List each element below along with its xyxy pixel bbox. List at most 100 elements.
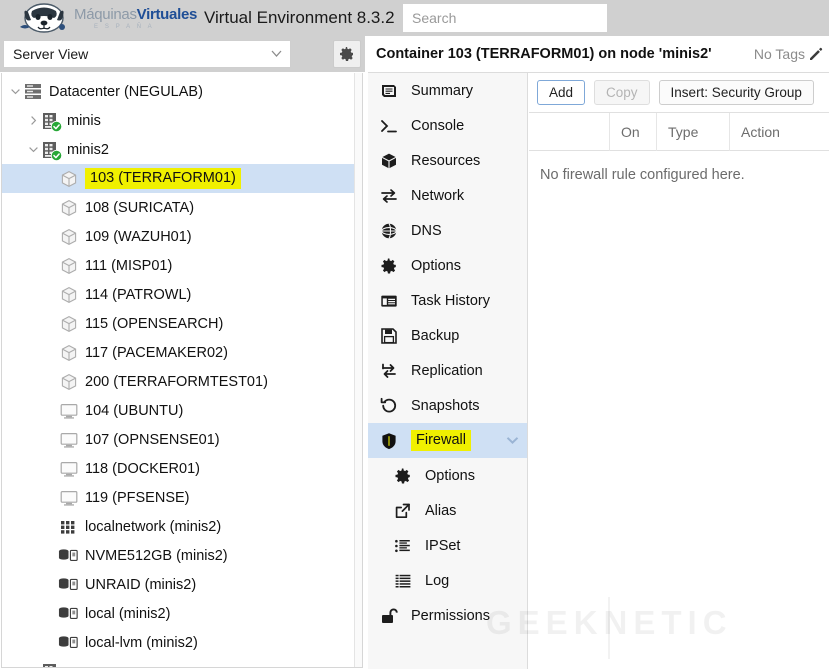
tree-item-minis[interactable]: minis [2, 106, 362, 135]
tree-expander[interactable] [26, 657, 40, 668]
nav-item-permissions[interactable]: Permissions [368, 598, 527, 633]
tree-item-nuc[interactable]: nuc [2, 657, 362, 668]
network-icon [381, 188, 397, 203]
insert-security-group-button[interactable]: Insert: Security Group [658, 80, 814, 105]
tree-item-107-opnsense01[interactable]: 107 (OPNSENSE01) [2, 425, 362, 454]
tags-area[interactable]: No Tags [754, 46, 823, 62]
tree-item-datacenter-negulab[interactable]: Datacenter (NEGULAB) [2, 77, 362, 106]
top-bar: MáquinasVirtuales E S P A Ñ A Virtual En… [0, 0, 829, 36]
network-icon [380, 186, 404, 206]
nav-item-options[interactable]: Options [368, 458, 527, 493]
nav-item-snapshots[interactable]: Snapshots [368, 388, 527, 423]
backup-icon [381, 327, 397, 344]
tree-item-localnetwork-minis2[interactable]: localnetwork (minis2) [2, 512, 362, 541]
tree-item-117-pacemaker02[interactable]: 117 (PACEMAKER02) [2, 338, 362, 367]
brand-name-accent: Virtuales [136, 5, 198, 23]
brand-text: MáquinasVirtuales E S P A Ñ A [74, 7, 197, 30]
container-icon [58, 341, 80, 365]
storage-icon [58, 573, 80, 597]
firewall-shield-icon [382, 432, 396, 449]
nav-item-alias[interactable]: Alias [368, 493, 527, 528]
tree-item-unraid-minis2[interactable]: UNRAID (minis2) [2, 570, 362, 599]
tree-item-label: 104 (UBUNTU) [85, 402, 184, 419]
column-header-action[interactable]: Action [730, 113, 829, 151]
options-gear-icon [381, 258, 396, 273]
console-icon [380, 116, 404, 136]
nav-item-task-history[interactable]: Task History [368, 283, 527, 318]
tree-expander [44, 280, 58, 309]
nav-item-label: Options [411, 257, 461, 274]
tree-expander[interactable] [26, 135, 40, 164]
view-settings-button[interactable] [333, 40, 361, 68]
tree-item-minis2[interactable]: minis2 [2, 135, 362, 164]
container-icon [58, 225, 80, 249]
tree-item-104-ubuntu[interactable]: 104 (UBUNTU) [2, 396, 362, 425]
tree-item-label: 117 (PACEMAKER02) [85, 344, 228, 361]
tree-item-local-lvm-minis2[interactable]: local-lvm (minis2) [2, 628, 362, 657]
nav-item-console[interactable]: Console [368, 108, 527, 143]
ipset-icon [394, 536, 418, 556]
chevron-right-icon[interactable] [28, 666, 39, 668]
tree-item-local-minis2[interactable]: local (minis2) [2, 599, 362, 628]
tree-item-114-patrowl[interactable]: 114 (PATROWL) [2, 280, 362, 309]
nav-item-backup[interactable]: Backup [368, 318, 527, 353]
tree-item-118-docker01[interactable]: 118 (DOCKER01) [2, 454, 362, 483]
tree-item-nvme512gb-minis2[interactable]: NVME512GB (minis2) [2, 541, 362, 570]
nav-item-options[interactable]: Options [368, 248, 527, 283]
tree-item-label: Datacenter (NEGULAB) [49, 83, 203, 100]
container-icon [58, 312, 80, 336]
server-view-tree-panel[interactable]: Datacenter (NEGULAB) minis minis2 103 (TERR… [1, 73, 363, 668]
search-input[interactable] [403, 4, 607, 32]
chevron-down-icon[interactable] [506, 436, 519, 444]
chevron-down-icon[interactable] [10, 86, 21, 97]
tree-item-109-wazuh01[interactable]: 109 (WAZUH01) [2, 222, 362, 251]
options-gear-icon [394, 466, 418, 486]
brand-name-primary: Máquinas [74, 5, 137, 23]
sidebar-scrollbar[interactable] [354, 73, 362, 667]
server-view-select[interactable]: Server View [3, 40, 291, 68]
nav-item-label: Summary [411, 82, 474, 99]
nav-item-label: Options [425, 467, 475, 484]
tree-item-label: local-lvm (minis2) [85, 634, 198, 651]
tree-expander [44, 541, 58, 570]
container-icon [61, 373, 77, 390]
column-header-on[interactable]: On [610, 112, 657, 151]
empty-state-message: No firewall rule configured here. [540, 167, 745, 183]
container-icon [61, 228, 77, 245]
nav-item-replication[interactable]: Replication [368, 353, 527, 388]
container-icon [61, 344, 77, 361]
nav-item-ipset[interactable]: IPSet [368, 528, 527, 563]
pencil-icon[interactable] [809, 47, 823, 61]
add-button[interactable]: Add [537, 80, 586, 105]
tree-item-label: UNRAID (minis2) [85, 576, 197, 593]
summary-icon [380, 81, 404, 101]
proxmox-web-ui: MáquinasVirtuales E S P A Ñ A Virtual En… [0, 0, 829, 669]
tree-item-108-suricata[interactable]: 108 (SURICATA) [2, 193, 362, 222]
container-nav-menu[interactable]: Summary Console Resources Network DNS Options… [368, 73, 528, 669]
tree-expander[interactable] [8, 77, 22, 106]
container-icon [61, 199, 77, 216]
column-header-type[interactable]: Type [657, 112, 730, 151]
nav-item-label: Network [411, 187, 465, 204]
nav-item-dns[interactable]: DNS [368, 213, 527, 248]
tree-item-103-terraform01[interactable]: 103 (TERRAFORM01) [2, 164, 362, 193]
tree-expander[interactable] [26, 106, 40, 135]
column-header-blank[interactable] [529, 112, 610, 151]
tree-item-111-misp01[interactable]: 111 (MISP01) [2, 251, 362, 280]
nav-item-network[interactable]: Network [368, 178, 527, 213]
chevron-down-icon[interactable] [28, 144, 39, 155]
alias-icon [394, 501, 418, 521]
vm-icon [58, 457, 80, 481]
firewall-rules-panel: Add Copy Insert: Security Group On Type Acti… [529, 73, 829, 669]
nav-item-resources[interactable]: Resources [368, 143, 527, 178]
tree-item-label: 115 (OPENSEARCH) [85, 315, 224, 332]
tree-item-119-pfsense[interactable]: 119 (PFSENSE) [2, 483, 362, 512]
nav-item-label: DNS [411, 222, 442, 239]
nav-item-log[interactable]: Log [368, 563, 527, 598]
chevron-right-icon[interactable] [28, 115, 39, 126]
vm-icon [60, 432, 78, 448]
nav-item-firewall[interactable]: Firewall [368, 423, 527, 458]
nav-item-summary[interactable]: Summary [368, 73, 527, 108]
tree-item-200-terraformtest01[interactable]: 200 (TERRAFORMTEST01) [2, 367, 362, 396]
tree-item-115-opensearch[interactable]: 115 (OPENSEARCH) [2, 309, 362, 338]
